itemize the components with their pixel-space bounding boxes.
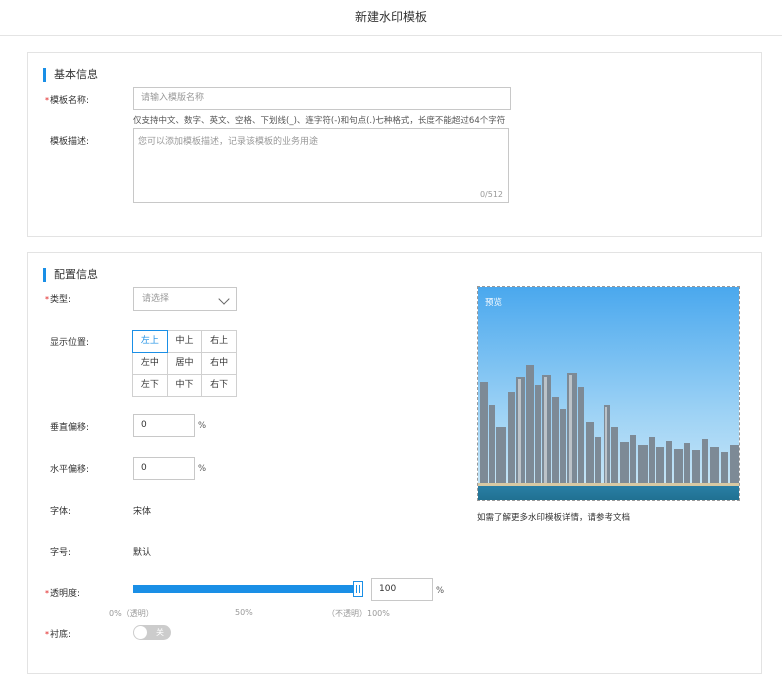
position-middle-left[interactable]: 左中 xyxy=(132,352,168,375)
position-bottom-left[interactable]: 左下 xyxy=(132,374,168,397)
vertical-offset-unit: % xyxy=(198,421,207,431)
opacity-slider-track[interactable] xyxy=(133,585,361,593)
opacity-scale-mid: 50% xyxy=(235,608,253,617)
font-size-label: 字号: xyxy=(50,548,72,558)
template-name-input[interactable]: 请输入模版名称 xyxy=(133,87,511,110)
page-title: 新建水印模板 xyxy=(0,0,782,36)
preview-doc-note[interactable]: 如需了解更多水印模板详情，请参考文档 xyxy=(477,511,630,523)
type-select[interactable]: 请选择 xyxy=(133,287,237,311)
position-top-left[interactable]: 左上 xyxy=(132,330,168,353)
template-desc-placeholder: 您可以添加模板描述，记录该模板的业务用途 xyxy=(138,137,319,147)
toggle-knob xyxy=(134,626,147,639)
opacity-input[interactable]: 100 xyxy=(371,578,433,601)
basic-info-panel: 基本信息 *模板名称: 请输入模版名称 仅支持中文、数字、英文、空格、下划线(_… xyxy=(27,52,762,237)
font-label: 字体: xyxy=(50,507,72,517)
position-grid: 左上 中上 右上 左中 居中 右中 左下 中下 右下 xyxy=(132,330,237,397)
font-value: 宋体 xyxy=(133,507,152,517)
backing-toggle[interactable]: 关 xyxy=(133,625,171,640)
opacity-label: *透明度: xyxy=(45,589,81,599)
vertical-offset-input[interactable]: 0 xyxy=(133,414,195,437)
position-top-center[interactable]: 中上 xyxy=(166,330,203,353)
horizontal-offset-unit: % xyxy=(198,464,207,474)
position-middle-right[interactable]: 右中 xyxy=(201,352,237,375)
char-counter: 0/512 xyxy=(479,190,503,199)
city-skyline-image xyxy=(478,287,739,500)
position-label: 显示位置: xyxy=(50,338,90,348)
template-name-label: *模板名称: xyxy=(45,96,90,106)
basic-info-title: 基本信息 xyxy=(43,68,98,82)
position-center[interactable]: 居中 xyxy=(166,352,203,375)
config-title: 配置信息 xyxy=(43,268,98,282)
font-size-value: 默认 xyxy=(133,548,152,558)
opacity-slider-handle[interactable] xyxy=(353,581,363,597)
preview-label: 预览 xyxy=(485,298,503,308)
position-top-right[interactable]: 右上 xyxy=(201,330,237,353)
watermark-preview: 预览 xyxy=(477,286,740,501)
template-desc-textarea[interactable]: 您可以添加模板描述，记录该模板的业务用途 0/512 xyxy=(133,128,509,203)
toggle-state-text: 关 xyxy=(156,628,164,637)
type-select-value: 请选择 xyxy=(142,294,170,304)
vertical-offset-label: 垂直偏移: xyxy=(50,423,90,433)
horizontal-offset-input[interactable]: 0 xyxy=(133,457,195,480)
chevron-down-icon xyxy=(218,293,230,305)
backing-label: *衬底: xyxy=(45,630,72,640)
opacity-scale-min: 0%（透明） xyxy=(109,609,154,618)
position-bottom-center[interactable]: 中下 xyxy=(166,374,203,397)
horizontal-offset-label: 水平偏移: xyxy=(50,465,90,475)
template-desc-label: 模板描述: xyxy=(50,137,90,147)
config-panel: 配置信息 *类型: 请选择 显示位置: 左上 中上 右上 左中 居中 右中 左下… xyxy=(27,252,762,674)
template-name-hint: 仅支持中文、数字、英文、空格、下划线(_)、连字符(-)和句点(.)七种格式，长… xyxy=(133,116,506,126)
position-bottom-right[interactable]: 右下 xyxy=(201,374,237,397)
opacity-scale-max: （不透明）100% xyxy=(327,609,390,618)
type-label: *类型: xyxy=(45,295,72,305)
opacity-unit: % xyxy=(436,586,445,596)
